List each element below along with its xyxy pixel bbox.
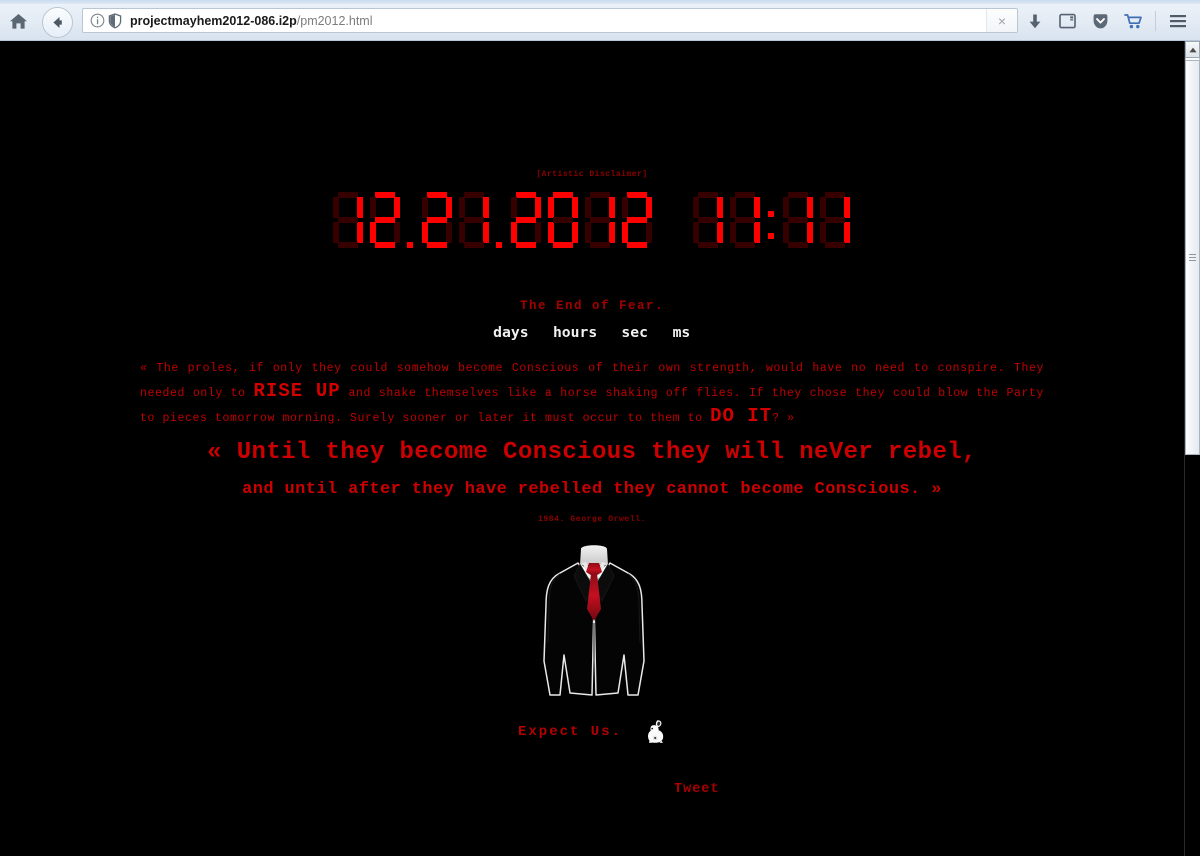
hamburger-menu-icon[interactable] bbox=[1161, 7, 1194, 35]
shopping-cart-glyph bbox=[1124, 13, 1142, 28]
led-period bbox=[494, 191, 507, 249]
back-button[interactable] bbox=[42, 7, 73, 38]
led-digit bbox=[509, 191, 544, 249]
main-quote-line-2: and until after they have rebelled they … bbox=[242, 480, 942, 499]
anonymous-suit-figure bbox=[534, 543, 654, 703]
home-icon[interactable] bbox=[6, 10, 30, 32]
proles-part-3: ? » bbox=[772, 412, 795, 425]
led-digit bbox=[546, 191, 581, 249]
led-digit bbox=[818, 191, 853, 249]
clock-date-group bbox=[330, 191, 656, 249]
browser-toolbar: projectmayhem2012-086.i2p/pm2012.html × bbox=[0, 0, 1200, 41]
expect-us-row: Expect Us. bbox=[0, 719, 1184, 745]
pocket-icon[interactable] bbox=[1084, 7, 1117, 35]
led-digit bbox=[781, 191, 816, 249]
tagline: The End of Fear. bbox=[519, 299, 665, 313]
browser-action-buttons bbox=[1018, 7, 1194, 35]
clock-time-group bbox=[690, 191, 854, 249]
suit-figure-graphic bbox=[543, 545, 645, 696]
url-text[interactable]: projectmayhem2012-086.i2p/pm2012.html bbox=[128, 14, 986, 28]
pocket-glyph bbox=[1093, 13, 1108, 28]
tweet-button[interactable]: Tweet bbox=[674, 782, 720, 797]
cart-icon[interactable] bbox=[1117, 7, 1150, 35]
scroll-up-arrow-icon bbox=[1188, 47, 1197, 52]
unit-label-sec: sec bbox=[621, 325, 648, 341]
scrollbar-thumb[interactable] bbox=[1185, 60, 1200, 455]
led-digit bbox=[728, 191, 763, 249]
expect-us-label: Expect Us. bbox=[517, 724, 622, 740]
white-rabbit-icon[interactable] bbox=[646, 719, 666, 745]
proles-quote-paragraph: « The proles, if only they could somehow… bbox=[140, 357, 1044, 430]
unit-label-ms: ms bbox=[672, 325, 691, 341]
downloads-icon[interactable] bbox=[1018, 7, 1051, 35]
back-arrow-icon bbox=[53, 17, 62, 28]
led-digit bbox=[691, 191, 726, 249]
window-titlebar-strip bbox=[0, 0, 1200, 4]
quote-attribution: 1984. George Orwell. bbox=[537, 515, 646, 524]
url-path: /pm2012.html bbox=[296, 13, 373, 28]
led-digit bbox=[620, 191, 655, 249]
led-digit bbox=[331, 191, 366, 249]
clear-url-button[interactable]: × bbox=[986, 9, 1017, 32]
sidebar-panel-glyph bbox=[1059, 13, 1076, 29]
toolbar-separator bbox=[1155, 11, 1156, 31]
download-arrow-glyph bbox=[1029, 14, 1040, 28]
hamburger-glyph bbox=[1169, 15, 1186, 28]
page-info-icon[interactable] bbox=[90, 13, 105, 28]
white-rabbit-glyph bbox=[648, 720, 664, 743]
unit-label-days: days bbox=[493, 325, 529, 341]
address-bar[interactable]: projectmayhem2012-086.i2p/pm2012.html × bbox=[82, 8, 1018, 33]
led-digit bbox=[368, 191, 403, 249]
sidebar-icon[interactable] bbox=[1051, 7, 1084, 35]
main-quote-line-1: « Until they become Conscious they will … bbox=[207, 439, 977, 466]
unit-label-hours: hours bbox=[552, 325, 597, 341]
tracking-protection-shield-icon[interactable] bbox=[108, 12, 122, 29]
do-it-emphasis: DO IT bbox=[710, 405, 773, 427]
led-period bbox=[405, 191, 418, 249]
vertical-scrollbar[interactable] bbox=[1184, 41, 1200, 856]
led-colon bbox=[765, 191, 779, 249]
artistic-disclaimer-label: [Artistic Disclaimer] bbox=[536, 170, 648, 179]
countdown-led-clock bbox=[0, 191, 1184, 249]
led-digit bbox=[420, 191, 455, 249]
led-digit bbox=[457, 191, 492, 249]
scrollbar-track-lower[interactable] bbox=[1185, 457, 1200, 856]
rise-up-emphasis: RISE UP bbox=[253, 380, 341, 402]
site-identity-box[interactable] bbox=[83, 9, 128, 32]
page-content-viewport: [Artistic Disclaimer] The End of Fear. d… bbox=[0, 41, 1184, 856]
home-glyph bbox=[9, 13, 27, 29]
scrollbar-grip bbox=[1189, 252, 1196, 263]
url-host: projectmayhem2012-086.i2p bbox=[130, 13, 297, 28]
scrollbar-up-arrow[interactable] bbox=[1185, 41, 1200, 58]
led-digit bbox=[583, 191, 618, 249]
countdown-unit-labels: days hours sec ms bbox=[0, 325, 1184, 341]
